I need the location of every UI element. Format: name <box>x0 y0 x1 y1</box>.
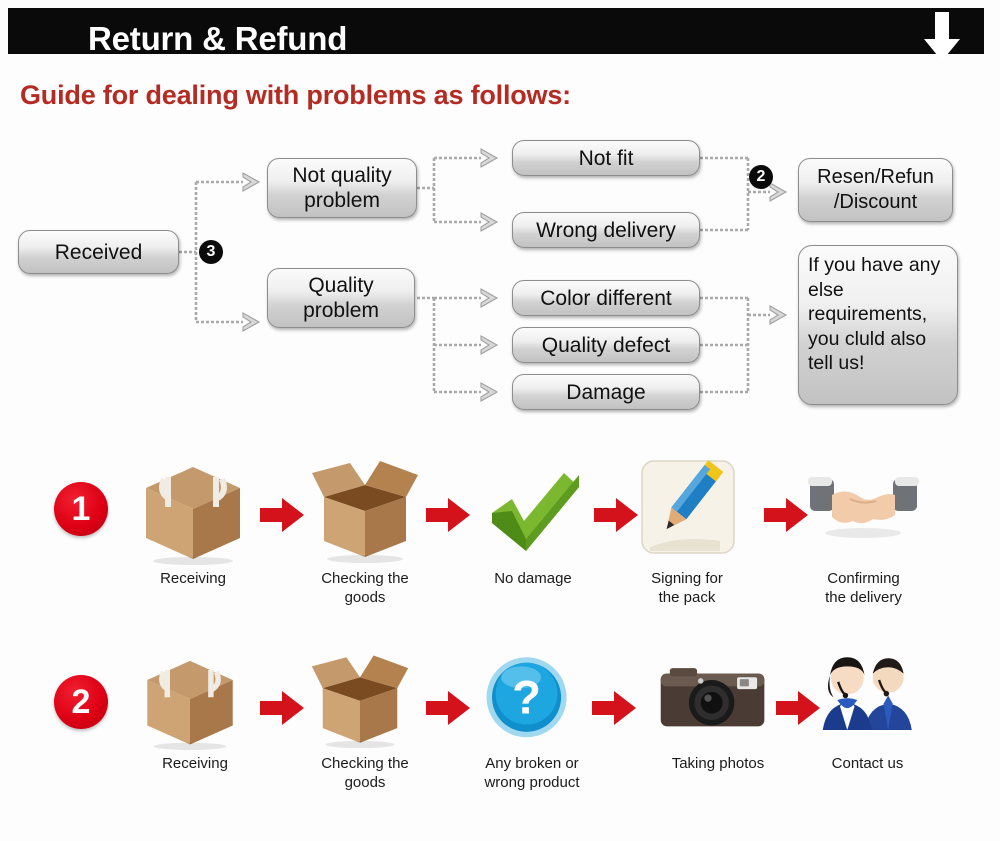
process-step-receiving-2: Receiving <box>140 650 250 773</box>
red-arrow-icon <box>260 498 304 532</box>
process-step-label: No damage <box>494 570 572 587</box>
flow-node-not-quality-problem: Not quality problem <box>267 158 417 218</box>
process-step-label: Signing for the pack <box>651 570 723 606</box>
flow-badge-2: 2 <box>749 165 773 189</box>
process-step-no-damage: No damage <box>478 455 588 588</box>
process-step-label: Confirming the delivery <box>825 570 902 606</box>
flow-node-wrong-delivery: Wrong delivery <box>512 212 700 248</box>
flow-node-color-different: Color different <box>512 280 700 316</box>
process-row-2: 2 Receiving Checking the goods ? Any bro… <box>0 650 1000 840</box>
flow-node-resend-refund-discount: Resen/Refun /Discount <box>798 158 953 222</box>
process-step-checking-goods-2: Checking the goods <box>310 650 420 792</box>
svg-text:?: ? <box>512 672 541 725</box>
flow-node-quality-problem: Quality problem <box>267 268 415 328</box>
closed-box-icon <box>147 660 233 750</box>
process-step-checking-goods: Checking the goods <box>310 455 420 607</box>
question-mark-icon: ? <box>486 657 567 738</box>
camera-icon <box>660 668 765 727</box>
process-step-label: Receiving <box>162 755 228 772</box>
process-step-label: Taking photos <box>671 755 765 772</box>
process-step-label: Checking the goods <box>321 755 409 791</box>
handshake-icon <box>808 477 919 538</box>
open-box-icon <box>312 461 418 563</box>
flow-node-quality-defect: Quality defect <box>512 327 700 363</box>
process-step-taking-photos: Taking photos <box>648 650 788 773</box>
open-box-icon <box>311 655 409 749</box>
green-check-icon <box>492 473 579 551</box>
guide-subtitle: Guide for dealing with problems as follo… <box>20 80 571 110</box>
process-step-label: Receiving <box>160 570 226 587</box>
pencil-signing-icon <box>641 460 735 554</box>
process-row-1: 1 Receiving Checking the goods No damage… <box>0 455 1000 645</box>
process-step-contact-us: Contact us <box>810 650 925 773</box>
red-arrow-icon <box>260 691 304 725</box>
process-step-receiving: Receiving <box>138 455 248 588</box>
flowchart: Received 3 Not quality problem Quality p… <box>0 130 1000 430</box>
red-arrow-icon <box>426 498 470 532</box>
flow-node-not-fit: Not fit <box>512 140 700 176</box>
header-bar: Return & Refund <box>8 8 984 57</box>
process-step-label: Contact us <box>831 755 904 772</box>
down-arrow-icon <box>924 12 960 61</box>
flow-badge-3: 3 <box>199 240 223 264</box>
support-agents-icon <box>822 657 912 730</box>
red-arrow-icon <box>426 691 470 725</box>
process-step-broken-or-wrong: ? Any broken or wrong product <box>472 650 592 792</box>
red-arrow-icon <box>592 691 636 725</box>
flow-node-else-requirements: If you have any else requirements, you c… <box>798 245 958 405</box>
flow-node-damage: Damage <box>512 374 700 410</box>
red-arrow-icon <box>764 498 808 532</box>
process-step-signing-pack: Signing for the pack <box>632 455 742 607</box>
process-step-label: Any broken or wrong product <box>484 755 580 791</box>
return-refund-banner: Return & Refund Guide for dealing with p… <box>0 0 1000 841</box>
closed-box-icon <box>146 467 240 565</box>
process-row-2-number: 2 <box>54 675 108 729</box>
page-title: Return & Refund <box>88 20 348 57</box>
process-row-1-number: 1 <box>54 482 108 536</box>
process-step-confirming-delivery: Confirming the delivery <box>806 455 921 607</box>
flow-node-received: Received <box>18 230 179 274</box>
process-step-label: Checking the goods <box>321 570 409 606</box>
